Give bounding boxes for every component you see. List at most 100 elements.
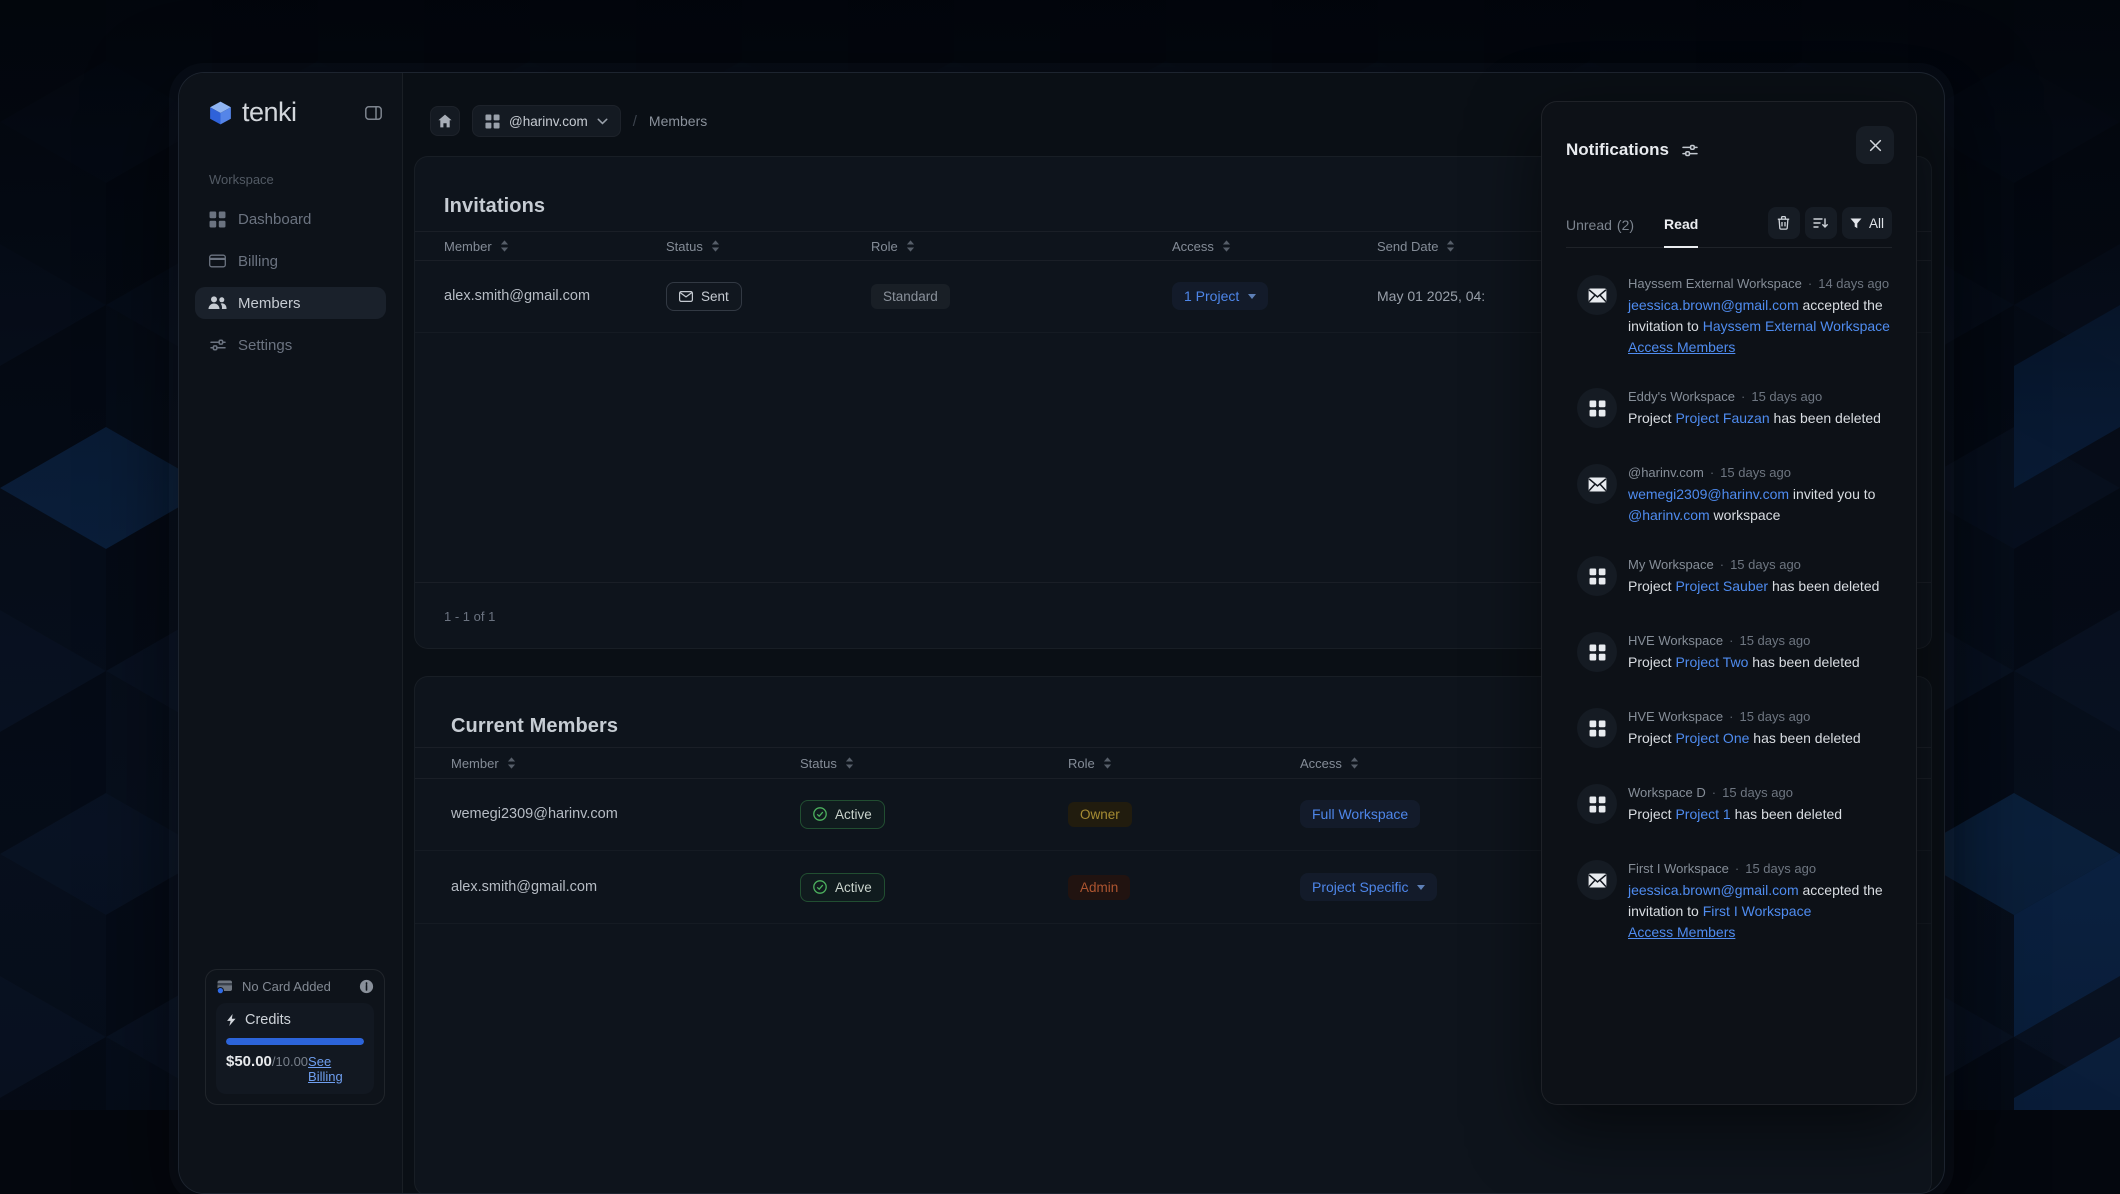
sidebar-collapse-button[interactable] <box>361 102 386 124</box>
notifications-panel: Notifications Unread (2) Read <box>1541 101 1917 1105</box>
tenki-logo-icon <box>207 100 234 126</box>
column-header-status[interactable]: Status <box>666 239 871 254</box>
sidebar-item-billing[interactable]: Billing <box>195 245 386 277</box>
notification-workspace: First I Workspace <box>1628 860 1729 877</box>
workspace-switcher[interactable]: @harinv.com <box>472 105 621 137</box>
home-icon <box>438 114 452 128</box>
sort-icon <box>906 240 915 252</box>
grid-icon <box>1589 400 1606 417</box>
grid-icon <box>1589 568 1606 585</box>
notifications-tabs: Unread (2) Read <box>1566 202 1892 248</box>
users-icon <box>208 296 227 310</box>
notification-time: 15 days ago <box>1745 860 1816 877</box>
notification-link[interactable]: jeessica.brown@gmail.com <box>1628 882 1799 898</box>
notification-text: Project <box>1628 654 1675 670</box>
sidebar-item-label: Dashboard <box>238 211 311 228</box>
sort-notifications-button[interactable] <box>1805 207 1837 239</box>
column-header-member[interactable]: Member <box>451 756 800 771</box>
notification-body: jeessica.brown@gmail.com accepted the in… <box>1628 297 1890 334</box>
access-dropdown[interactable]: Full Workspace <box>1300 800 1420 828</box>
breadcrumb: @harinv.com / Members <box>430 106 707 136</box>
notification-item[interactable]: Workspace D·15 days agoProject Project 1… <box>1577 784 1892 830</box>
credit-card-icon <box>216 979 234 994</box>
grid-icon <box>1589 644 1606 661</box>
notification-link[interactable]: wemegi2309@harinv.com <box>1628 486 1789 502</box>
caret-down-icon <box>1248 294 1256 299</box>
notification-action-link[interactable]: Access Members <box>1628 922 1735 943</box>
info-icon[interactable] <box>359 979 374 994</box>
close-button[interactable] <box>1856 126 1894 164</box>
column-header-status[interactable]: Status <box>800 756 1068 771</box>
notification-workspace: @harinv.com <box>1628 464 1704 481</box>
notification-text: invited you to <box>1789 486 1875 502</box>
see-billing-link[interactable]: See Billing <box>308 1054 364 1084</box>
sort-icon <box>1446 240 1455 252</box>
notification-time: 15 days ago <box>1722 784 1793 801</box>
grid-icon <box>208 211 227 228</box>
notification-link[interactable]: Project One <box>1675 730 1749 746</box>
notification-item[interactable]: Eddy's Workspace·15 days agoProject Proj… <box>1577 388 1892 434</box>
notification-item[interactable]: @harinv.com·15 days agowemegi2309@harinv… <box>1577 464 1892 526</box>
notification-item[interactable]: First I Workspace·15 days ago jeessica.br… <box>1577 860 1892 943</box>
sidebar-item-settings[interactable]: Settings <box>195 329 386 361</box>
home-button[interactable] <box>430 106 460 136</box>
notification-link[interactable]: @harinv.com <box>1628 507 1710 523</box>
notification-link[interactable]: Hayssem External Workspace <box>1703 318 1890 334</box>
sidebar-item-label: Settings <box>238 337 292 354</box>
mail-icon <box>1588 477 1607 492</box>
notification-avatar <box>1577 784 1617 824</box>
notification-avatar <box>1577 632 1617 672</box>
notification-item[interactable]: My Workspace·15 days agoProject Project … <box>1577 556 1892 602</box>
notification-item[interactable]: Hayssem External Workspace·14 days agoje… <box>1577 275 1892 358</box>
sort-icon <box>507 757 516 769</box>
notification-meta: Eddy's Workspace·15 days ago <box>1628 388 1892 405</box>
sidebar-item-label: Members <box>238 295 301 312</box>
column-header-role[interactable]: Role <box>1068 756 1300 771</box>
notification-link[interactable]: jeessica.brown@gmail.com <box>1628 297 1799 313</box>
sidebar-nav: Dashboard Billing Members Settings <box>179 203 402 361</box>
column-header-role[interactable]: Role <box>871 239 1172 254</box>
column-header-access[interactable]: Access <box>1172 239 1377 254</box>
notification-action-link[interactable]: Access Members <box>1628 337 1735 358</box>
sort-descending-icon <box>1813 217 1828 229</box>
notification-item[interactable]: HVE Workspace·15 days agoProject Project… <box>1577 632 1892 678</box>
delete-notifications-button[interactable] <box>1768 207 1800 239</box>
notification-link[interactable]: Project 1 <box>1675 806 1730 822</box>
notification-link[interactable]: Project Two <box>1675 654 1748 670</box>
notification-link[interactable]: Project Sauber <box>1675 578 1768 594</box>
notification-body: Project Project Two has been deleted <box>1628 654 1860 670</box>
notification-link[interactable]: Project Fauzan <box>1675 410 1769 426</box>
check-circle-icon <box>813 807 827 821</box>
member-email: alex.smith@gmail.com <box>444 288 666 304</box>
sidebar-item-members[interactable]: Members <box>195 287 386 319</box>
notification-body: Project Project One has been deleted <box>1628 730 1861 746</box>
notification-time: 15 days ago <box>1739 708 1810 725</box>
sort-icon <box>500 240 509 252</box>
no-card-label: No Card Added <box>242 979 331 994</box>
access-dropdown[interactable]: Project Specific <box>1300 873 1437 901</box>
grid-icon <box>485 114 500 129</box>
tab-read[interactable]: Read <box>1664 216 1698 248</box>
notification-workspace: Workspace D <box>1628 784 1706 801</box>
breadcrumb-page: Members <box>649 113 707 129</box>
notification-item[interactable]: HVE Workspace·15 days agoProject Project… <box>1577 708 1892 754</box>
notification-settings-icon[interactable] <box>1682 144 1698 157</box>
notification-avatar <box>1577 388 1617 428</box>
notification-link[interactable]: First I Workspace <box>1703 903 1812 919</box>
filter-all-label: All <box>1869 216 1884 231</box>
column-header-member[interactable]: Member <box>444 239 666 254</box>
notification-body: Project Project Sauber has been deleted <box>1628 578 1879 594</box>
sidebar-item-dashboard[interactable]: Dashboard <box>195 203 386 235</box>
mail-icon <box>1588 873 1607 888</box>
notification-meta: First I Workspace·15 days ago <box>1628 860 1892 877</box>
filter-all-button[interactable]: All <box>1842 207 1892 239</box>
notification-time: 15 days ago <box>1751 388 1822 405</box>
credits-label: Credits <box>245 1012 291 1028</box>
notification-body: jeessica.brown@gmail.com accepted the in… <box>1628 882 1883 919</box>
tab-unread[interactable]: Unread (2) <box>1566 217 1634 247</box>
notification-avatar <box>1577 464 1617 504</box>
credit-card-icon <box>208 254 227 268</box>
notification-text: Project <box>1628 578 1675 594</box>
access-dropdown[interactable]: 1 Project <box>1172 282 1268 310</box>
logo-row: tenki <box>179 73 402 128</box>
